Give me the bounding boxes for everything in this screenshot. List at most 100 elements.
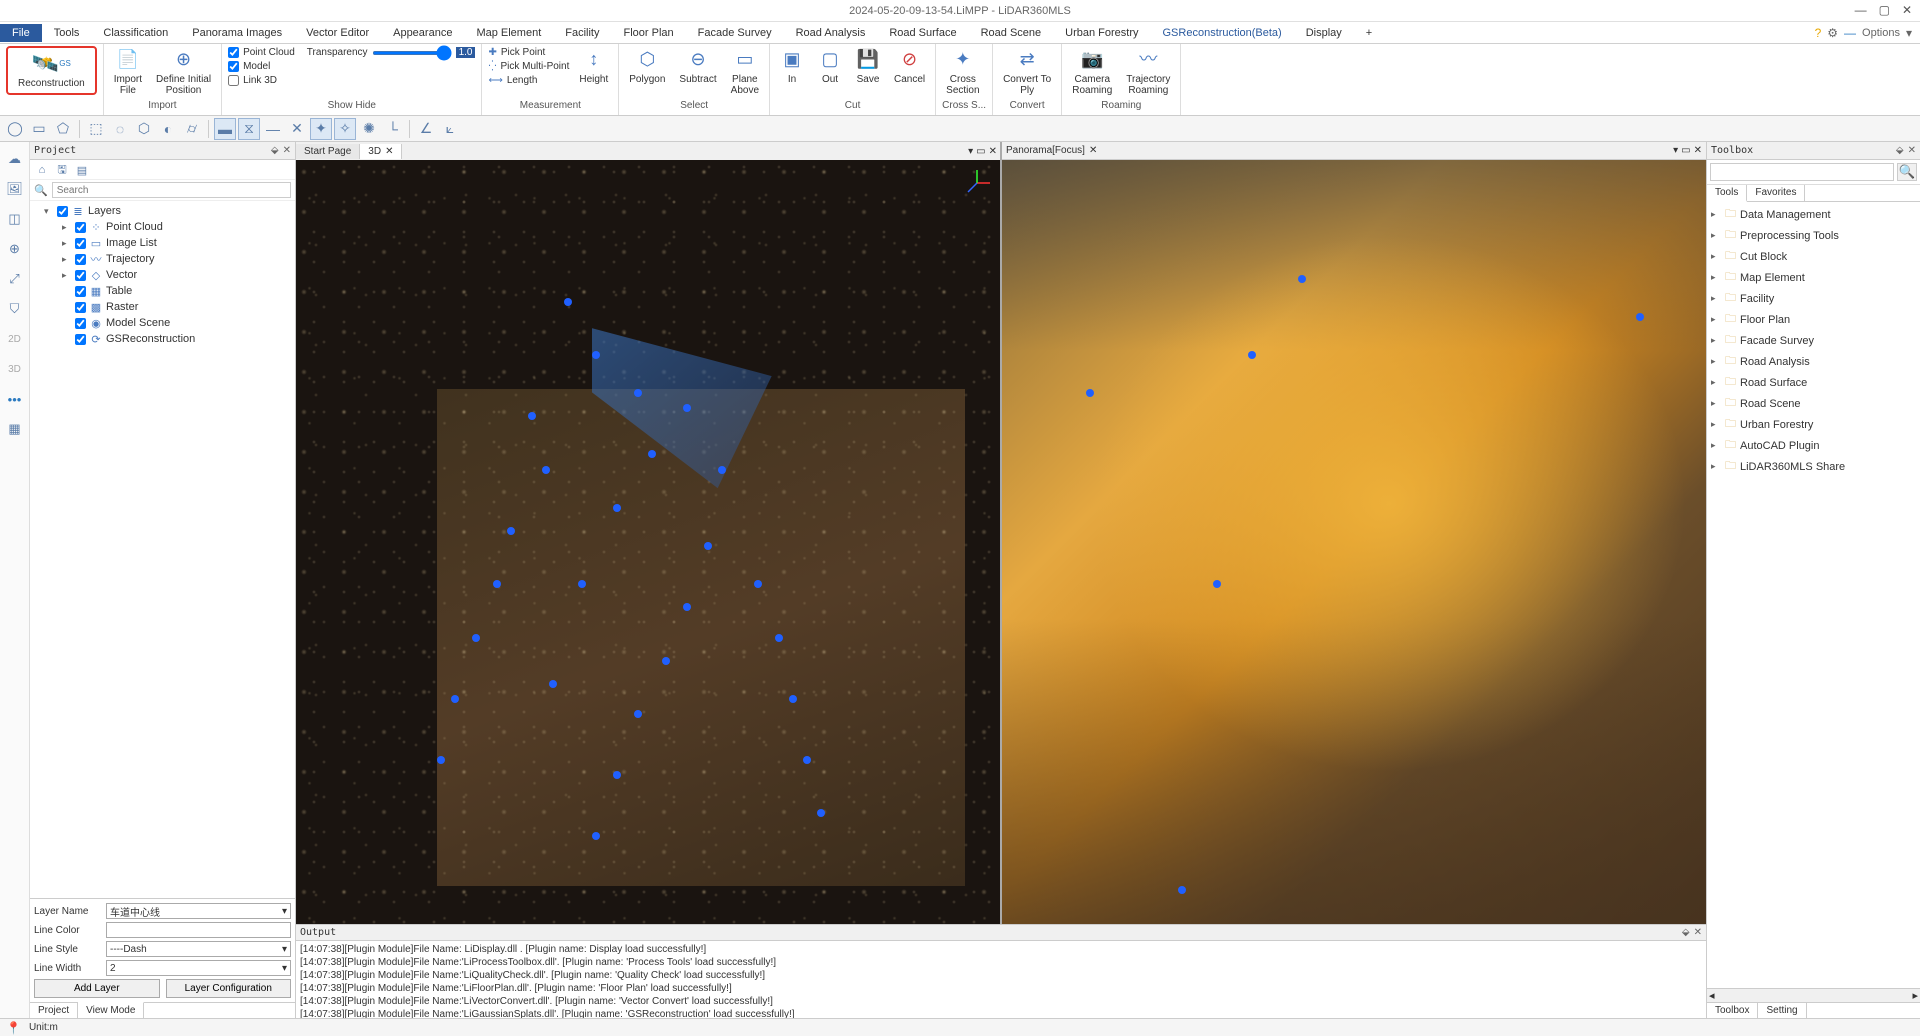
pano-menu-icon[interactable]: ▾ [1673, 145, 1678, 156]
tab-project[interactable]: Project [30, 1003, 78, 1018]
close-icon[interactable]: ✕ [1902, 3, 1912, 17]
subtract-button[interactable]: ⊖Subtract [675, 46, 720, 87]
toolbox-item[interactable]: ▸🗀Road Scene [1709, 393, 1918, 414]
minimize-ribbon-icon[interactable]: — [1844, 26, 1856, 40]
tool-burst-icon[interactable]: ✺ [358, 118, 380, 140]
minimize-icon[interactable]: — [1855, 3, 1867, 17]
toolbox-item[interactable]: ▸🗀AutoCAD Plugin [1709, 435, 1918, 456]
options-dropdown[interactable]: Options [1862, 27, 1900, 39]
menu-display[interactable]: Display [1294, 24, 1354, 42]
vb-globe-icon[interactable]: ⊕ [4, 238, 26, 260]
cut-out-button[interactable]: ▢Out [814, 46, 846, 87]
vb-expand-icon[interactable]: ⤢ [4, 268, 26, 290]
toolbox-pin-icon[interactable]: ⬙ [1896, 145, 1904, 156]
tree-table[interactable]: ▦Table [32, 283, 293, 299]
vb-cloud-icon[interactable]: ☁ [4, 148, 26, 170]
toolbox-item[interactable]: ▸🗀Facility [1709, 288, 1918, 309]
project-close-icon[interactable]: ✕ [283, 145, 291, 156]
toolbox-close-icon[interactable]: ✕ [1908, 145, 1916, 156]
layer-name-field[interactable]: 车道中心线▾ [106, 903, 291, 919]
project-pin-icon[interactable]: ⬙ [271, 145, 279, 156]
line-color-field[interactable] [106, 922, 291, 938]
tool-axis-icon[interactable]: └ [382, 118, 404, 140]
reconstruction-button[interactable]: 🛰️GS Reconstruction [6, 46, 97, 95]
settings-gear-icon[interactable]: ⚙ [1827, 26, 1838, 40]
tool-highlight2-icon[interactable]: ✧ [334, 118, 356, 140]
toolbox-item[interactable]: ▸🗀Data Management [1709, 204, 1918, 225]
vb-2d-icon[interactable]: 2D [4, 328, 26, 350]
bottom-tab-toolbox[interactable]: Toolbox [1707, 1003, 1758, 1018]
menu-file[interactable]: File [0, 24, 42, 42]
menu-tools[interactable]: Tools [42, 24, 92, 42]
tool-dot-rect-icon[interactable]: ⬚ [85, 118, 107, 140]
toolbox-list[interactable]: ▸🗀Data Management ▸🗀Preprocessing Tools … [1707, 202, 1920, 988]
toolbox-item[interactable]: ▸🗀Preprocessing Tools [1709, 225, 1918, 246]
pano-close-icon[interactable]: ✕ [1694, 145, 1702, 156]
plane-above-button[interactable]: ▭Plane Above [727, 46, 763, 98]
line-style-field[interactable]: ----Dash▾ [106, 941, 291, 957]
menu-urban-forestry[interactable]: Urban Forestry [1053, 24, 1150, 42]
menu-facade-survey[interactable]: Facade Survey [686, 24, 784, 42]
view3d-restore-icon[interactable]: ▭ [976, 146, 985, 157]
output-content[interactable]: [14:07:38][Plugin Module]File Name: LiDi… [296, 941, 1706, 1018]
pano-restore-icon[interactable]: ▭ [1681, 145, 1690, 156]
length-button[interactable]: ⟷Length [488, 74, 569, 87]
tree-imagelist[interactable]: ▸▭Image List [32, 235, 293, 251]
tree-vector[interactable]: ▸◇Vector [32, 267, 293, 283]
menu-road-analysis[interactable]: Road Analysis [784, 24, 878, 42]
toolbox-search-button[interactable]: 🔍 [1897, 163, 1917, 181]
tab-panorama[interactable]: Panorama[Focus] [1006, 145, 1085, 156]
show-pointcloud-checkbox[interactable]: Point Cloud [228, 46, 295, 59]
tool-cylinder-icon[interactable]: ⌭ [181, 118, 203, 140]
viewport-3d[interactable] [296, 160, 1000, 924]
project-tree[interactable]: ▾≣Layers ▸⁘Point Cloud ▸▭Image List ▸〰Tr… [30, 201, 295, 898]
menu-vector-editor[interactable]: Vector Editor [294, 24, 381, 42]
menu-panorama-images[interactable]: Panorama Images [180, 24, 294, 42]
vb-shield-icon[interactable]: ⛉ [4, 298, 26, 320]
tab-viewmode[interactable]: View Mode [78, 1002, 144, 1018]
toolbox-tab-favorites[interactable]: Favorites [1747, 185, 1805, 201]
status-location-icon[interactable]: 📍 [6, 1021, 21, 1035]
project-tb-home-icon[interactable]: ⌂ [34, 162, 50, 178]
project-tb-list-icon[interactable]: ▤ [74, 162, 90, 178]
camera-roaming-button[interactable]: 📷Camera Roaming [1068, 46, 1116, 98]
menu-floor-plan[interactable]: Floor Plan [611, 24, 685, 42]
axis-gizmo-icon[interactable] [962, 168, 992, 198]
pick-point-button[interactable]: ✚Pick Point [488, 46, 569, 59]
toolbox-item[interactable]: ▸🗀LiDAR360MLS Share [1709, 456, 1918, 477]
tool-line-icon[interactable]: — [262, 118, 284, 140]
line-width-field[interactable]: 2▾ [106, 960, 291, 976]
menu-map-element[interactable]: Map Element [464, 24, 553, 42]
toolbox-item[interactable]: ▸🗀Road Analysis [1709, 351, 1918, 372]
menu-road-surface[interactable]: Road Surface [877, 24, 968, 42]
tool-angle1-icon[interactable]: ∠ [415, 118, 437, 140]
tool-lasso-icon[interactable]: ◯ [4, 118, 26, 140]
help-icon[interactable]: ? [1815, 26, 1822, 40]
tree-gsreconstruction[interactable]: ⟳GSReconstruction [32, 331, 293, 347]
pick-multipoint-button[interactable]: ⁛Pick Multi-Point [488, 60, 569, 73]
vb-image-icon[interactable]: 🖼 [4, 178, 26, 200]
menu-appearance[interactable]: Appearance [381, 24, 464, 42]
import-file-button[interactable]: 📄 Import File [110, 46, 146, 98]
tab-panorama-close-icon[interactable]: ✕ [1089, 145, 1097, 156]
tree-layers-root[interactable]: ▾≣Layers [32, 203, 293, 219]
project-search-input[interactable] [52, 182, 291, 198]
toolbox-item[interactable]: ▸🗀Urban Forestry [1709, 414, 1918, 435]
cut-in-button[interactable]: ▣In [776, 46, 808, 87]
add-layer-button[interactable]: Add Layer [34, 979, 160, 998]
link-3d-checkbox[interactable]: Link 3D [228, 74, 277, 87]
tab-3d[interactable]: 3D✕ [360, 144, 402, 159]
tree-modelscene[interactable]: ◉Model Scene [32, 315, 293, 331]
trajectory-roaming-button[interactable]: 〰Trajectory Roaming [1122, 46, 1174, 98]
menu-classification[interactable]: Classification [91, 24, 180, 42]
vb-3d-icon[interactable]: 3D [4, 358, 26, 380]
menu-plus[interactable]: + [1354, 24, 1384, 42]
maximize-icon[interactable]: ▢ [1879, 3, 1890, 17]
tree-pointcloud[interactable]: ▸⁘Point Cloud [32, 219, 293, 235]
tool-dot-poly-icon[interactable]: ⬡ [133, 118, 155, 140]
vb-dots-icon[interactable]: ••• [4, 388, 26, 410]
cut-save-button[interactable]: 💾Save [852, 46, 884, 87]
toolbox-item[interactable]: ▸🗀Floor Plan [1709, 309, 1918, 330]
tool-angle2-icon[interactable]: ⟀ [439, 118, 461, 140]
cut-cancel-button[interactable]: ⊘Cancel [890, 46, 929, 87]
